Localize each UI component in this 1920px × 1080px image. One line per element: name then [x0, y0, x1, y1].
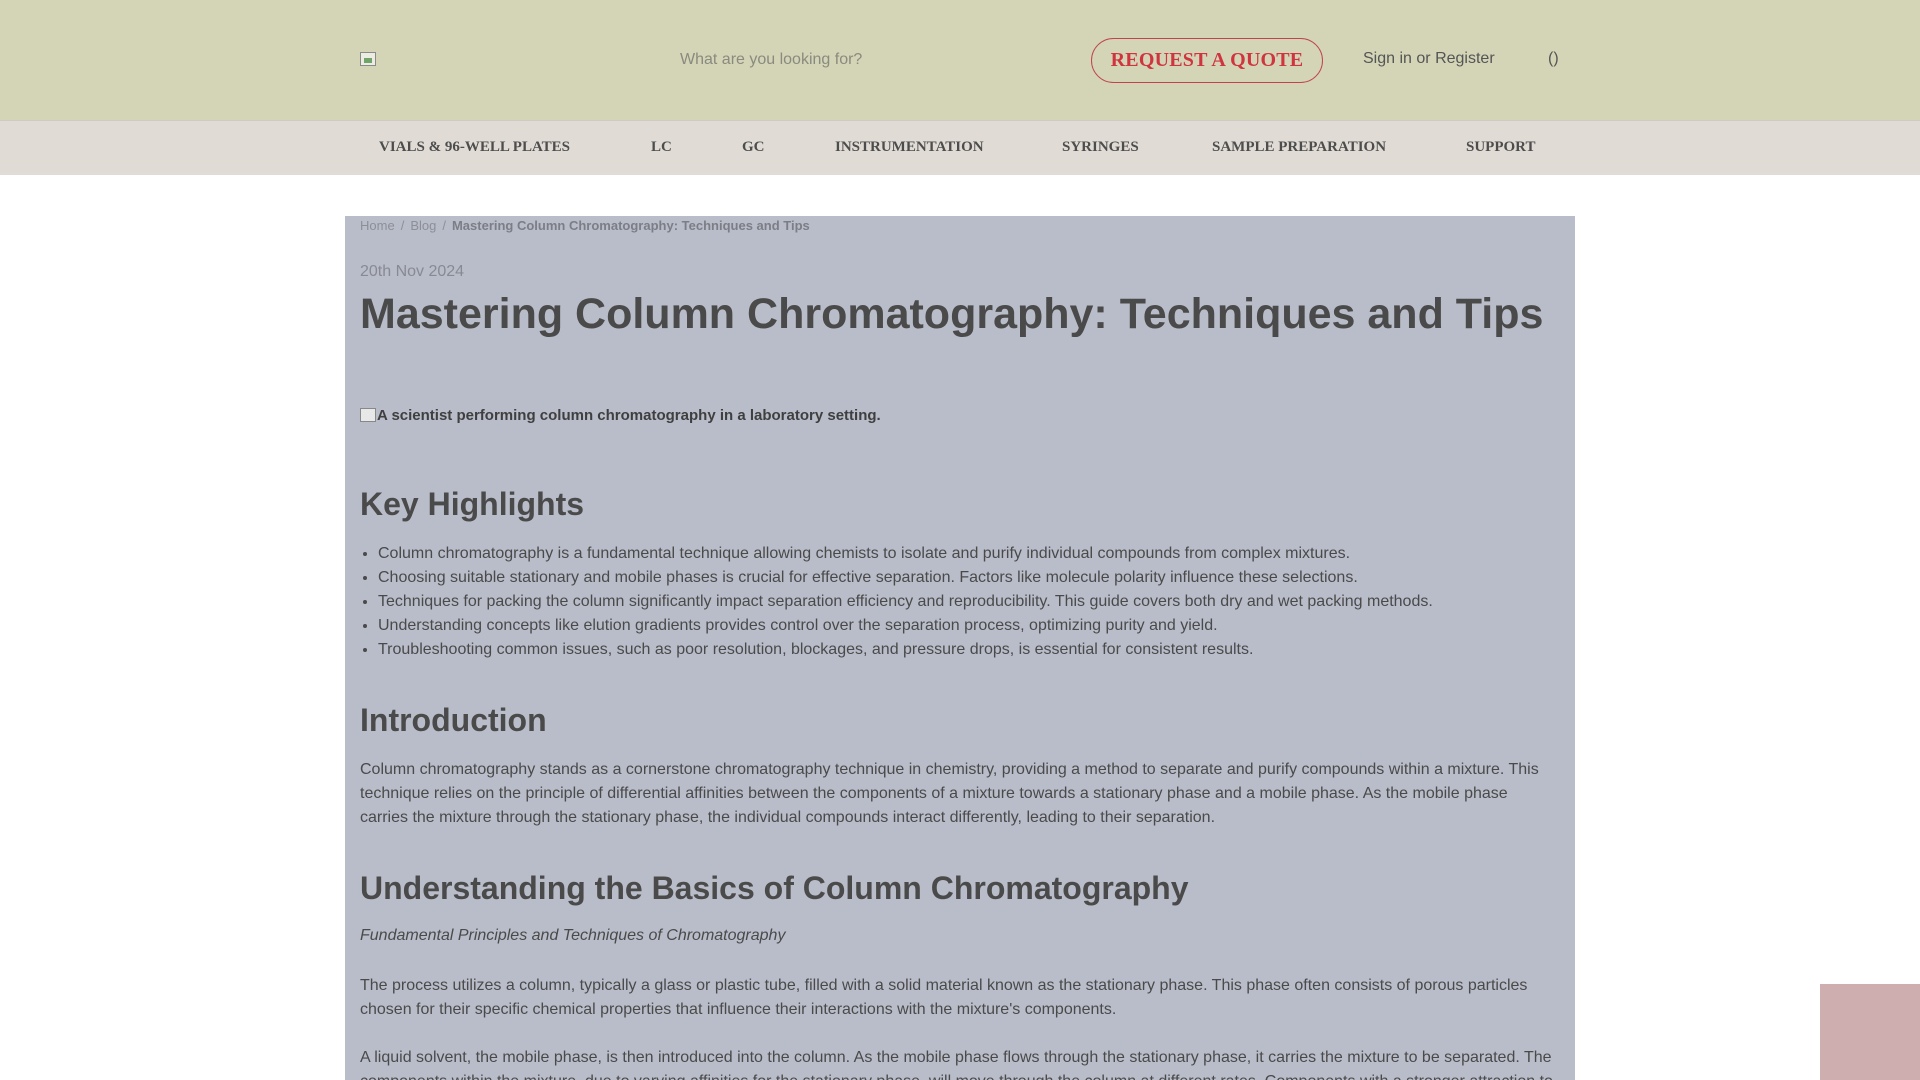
- article-container: Home / Blog / Mastering Column Chromatograph…: [345, 216, 1575, 1080]
- article-title: Mastering Column Chromatography: Techniq…: [360, 290, 1544, 338]
- broken-image-icon: [360, 408, 376, 422]
- nav-item-gc[interactable]: GC: [742, 139, 765, 156]
- nav-item-vials[interactable]: VIALS & 96-WELL PLATES: [379, 139, 570, 156]
- breadcrumb-separator: /: [442, 218, 446, 233]
- nav-item-lc[interactable]: LC: [651, 139, 672, 156]
- highlights-list: Column chromatography is a fundamental t…: [378, 542, 1433, 662]
- register-link[interactable]: Register: [1435, 50, 1495, 67]
- cart-count[interactable]: (): [1548, 50, 1559, 68]
- site-header: REQUEST A QUOTE Sign in or Register (): [0, 0, 1920, 120]
- basics-paragraph-2: A liquid solvent, the mobile phase, is t…: [360, 1049, 1553, 1080]
- nav-item-support[interactable]: SUPPORT: [1466, 139, 1535, 156]
- nav-item-syringes[interactable]: SYRINGES: [1062, 139, 1139, 156]
- list-item: Column chromatography is a fundamental t…: [378, 542, 1433, 566]
- list-item: Understanding concepts like elution grad…: [378, 614, 1433, 638]
- introduction-heading: Introduction: [360, 702, 547, 738]
- sign-in-link[interactable]: Sign in: [1363, 50, 1412, 67]
- main-navigation: VIALS & 96-WELL PLATES LC GC INSTRUMENTA…: [0, 120, 1920, 175]
- breadcrumb-separator: /: [400, 218, 405, 233]
- hero-image: A scientist performing column chromatogr…: [360, 407, 881, 424]
- introduction-paragraph: Column chromatography stands as a corner…: [360, 761, 1539, 826]
- article-date: 20th Nov 2024: [360, 263, 465, 280]
- breadcrumb-home[interactable]: Home: [360, 218, 395, 233]
- basics-subtitle: Fundamental Principles and Techniques of…: [360, 927, 786, 944]
- basics-heading: Understanding the Basics of Column Chrom…: [360, 870, 1189, 906]
- list-item: Troubleshooting common issues, such as p…: [378, 638, 1433, 662]
- account-links: Sign in or Register: [1363, 50, 1495, 68]
- search-input[interactable]: [680, 38, 1040, 82]
- site-logo-broken-image-icon[interactable]: [360, 52, 376, 66]
- breadcrumb-current: Mastering Column Chromatography: Techniq…: [451, 218, 810, 233]
- list-item: Choosing suitable stationary and mobile …: [378, 566, 1433, 590]
- breadcrumb: Home / Blog / Mastering Column Chromatograph…: [360, 218, 810, 233]
- key-highlights-heading: Key Highlights: [360, 486, 585, 522]
- list-item: Techniques for packing the column signif…: [378, 590, 1433, 614]
- request-quote-button[interactable]: REQUEST A QUOTE: [1091, 38, 1323, 83]
- basics-paragraph-1: The process utilizes a column, typically…: [360, 977, 1528, 1018]
- hero-image-alt-text: A scientist performing column chromatogr…: [377, 407, 881, 424]
- nav-item-instrumentation[interactable]: INSTRUMENTATION: [835, 139, 984, 156]
- or-text: or: [1416, 50, 1431, 67]
- nav-item-sample-preparation[interactable]: SAMPLE PREPARATION: [1212, 139, 1386, 156]
- breadcrumb-blog[interactable]: Blog: [410, 218, 436, 233]
- chat-widget[interactable]: [1820, 984, 1920, 1080]
